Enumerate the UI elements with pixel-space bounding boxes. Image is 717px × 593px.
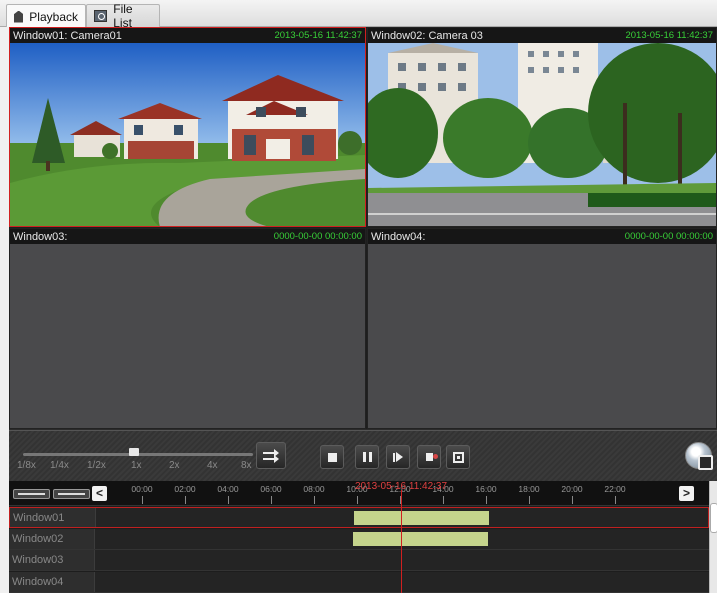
ruler-tick-label: 00:00 [131, 484, 153, 494]
camera-feed-house [10, 43, 365, 226]
speed-label: 4x [207, 460, 218, 471]
ruler-tick-label: 04:00 [217, 484, 239, 494]
window-title: Window02: Camera 03 [371, 29, 483, 42]
download-icon[interactable] [685, 442, 713, 470]
time-ruler[interactable]: < > 00:00 02:00 04:00 06:00 08:00 10:00 12:00 1… [9, 481, 709, 506]
stop-icon [327, 452, 337, 462]
window-title: Window01: Camera01 [13, 29, 122, 42]
timeline-scrollbar[interactable] [709, 481, 717, 593]
cycle-button[interactable] [256, 442, 286, 469]
window-timestamp: 2013-05-16 11:42:37 [274, 30, 362, 41]
track-label: Window01 [10, 508, 96, 527]
house-scene-image [10, 43, 365, 226]
ruler-tick [357, 496, 358, 504]
left-edge [0, 27, 9, 593]
timeline-track[interactable]: Window03 [9, 550, 709, 571]
ruler-tick-label: 06:00 [260, 484, 282, 494]
camera-feed-street [368, 43, 716, 226]
window-header: Window02: Camera 03 2013-05-16 11:42:37 [368, 28, 716, 43]
pause-button[interactable] [355, 445, 379, 469]
ruler-tick [572, 496, 573, 504]
track-label: Window04 [9, 571, 95, 592]
ruler-tick [443, 496, 444, 504]
single-frame-icon [393, 452, 403, 462]
ruler-tick [228, 496, 229, 504]
capture-button[interactable] [446, 445, 470, 469]
stop-button[interactable] [320, 445, 344, 469]
ruler-tick [314, 496, 315, 504]
ruler-tick-label: 22:00 [604, 484, 626, 494]
tab-playback[interactable]: Playback [6, 4, 86, 28]
empty-feed [10, 244, 365, 428]
empty-feed [368, 244, 716, 428]
zoom-out-icon[interactable] [13, 489, 50, 499]
sound-button[interactable] [417, 445, 441, 469]
speed-label: 1/2x [87, 460, 106, 471]
ruler-tick-label: 02:00 [174, 484, 196, 494]
window-header: Window04: 0000-00-00 00:00:00 [368, 229, 716, 244]
speed-slider-thumb[interactable] [129, 448, 139, 456]
cycle-icon [263, 448, 279, 463]
window-timestamp: 0000-00-00 00:00:00 [624, 231, 713, 242]
ruler-tick-label: 20:00 [561, 484, 583, 494]
window-title: Window04: [371, 230, 426, 243]
window-timestamp: 2013-05-16 11:42:37 [625, 30, 713, 41]
sound-icon [425, 453, 438, 461]
timeline-track[interactable]: Window02 [9, 528, 709, 550]
playhead[interactable] [401, 490, 402, 593]
ruler-tick-label: 08:00 [303, 484, 325, 494]
ruler-tick [486, 496, 487, 504]
tab-file-list[interactable]: File List [86, 2, 160, 30]
tab-file-list-label: File List [113, 2, 133, 30]
window-header: Window03: 0000-00-00 00:00:00 [10, 229, 365, 244]
timeline: < > 00:00 02:00 04:00 06:00 08:00 10:00 12:00 1… [9, 481, 709, 593]
pause-icon [362, 452, 372, 462]
timeline-prev-button[interactable]: < [92, 486, 107, 501]
playback-control-bar: 1/8x 1/4x 1/2x 1x 2x 4x 8x [9, 430, 717, 481]
video-window-3[interactable]: Window03: 0000-00-00 00:00:00 [9, 228, 366, 429]
single-frame-button[interactable] [386, 445, 410, 469]
video-window-4[interactable]: Window04: 0000-00-00 00:00:00 [367, 228, 717, 429]
ruler-tick-label: 18:00 [518, 484, 540, 494]
recording-segment[interactable] [352, 531, 489, 546]
video-window-2[interactable]: Window02: Camera 03 2013-05-16 11:42:37 [367, 27, 717, 227]
ruler-tick [271, 496, 272, 504]
track-label: Window03 [9, 550, 95, 570]
speed-label: 1/4x [50, 460, 69, 471]
file-list-icon [94, 10, 108, 22]
ruler-tick [615, 496, 616, 504]
ruler-tick [529, 496, 530, 504]
speed-label: 8x [241, 460, 252, 471]
video-grid: Window01: Camera01 2013-05-16 11:42:37 W… [9, 27, 717, 429]
speed-label: 2x [169, 460, 180, 471]
playback-icon [14, 10, 24, 23]
recording-segment[interactable] [353, 511, 490, 525]
timeline-track[interactable]: Window01 [9, 507, 709, 528]
window-title: Window03: [13, 230, 68, 243]
speed-label: 1/8x [17, 460, 36, 471]
tab-playback-label: Playback [29, 9, 78, 24]
capture-icon [452, 451, 464, 463]
window-timestamp: 0000-00-00 00:00:00 [273, 231, 362, 242]
video-window-1[interactable]: Window01: Camera01 2013-05-16 11:42:37 [9, 27, 366, 227]
ruler-tick-label: 16:00 [475, 484, 497, 494]
ruler-tick [142, 496, 143, 504]
ruler-tick [185, 496, 186, 504]
timeline-track[interactable]: Window04 [9, 571, 709, 593]
timeline-next-button[interactable]: > [679, 486, 694, 501]
street-scene-image [368, 43, 716, 226]
speed-label: 1x [131, 460, 142, 471]
window-header: Window01: Camera01 2013-05-16 11:42:37 [10, 28, 365, 43]
track-label: Window02 [9, 528, 95, 549]
scrollbar-thumb[interactable] [710, 503, 717, 533]
tab-bar: Playback File List [0, 0, 717, 30]
zoom-in-icon[interactable] [53, 489, 90, 499]
